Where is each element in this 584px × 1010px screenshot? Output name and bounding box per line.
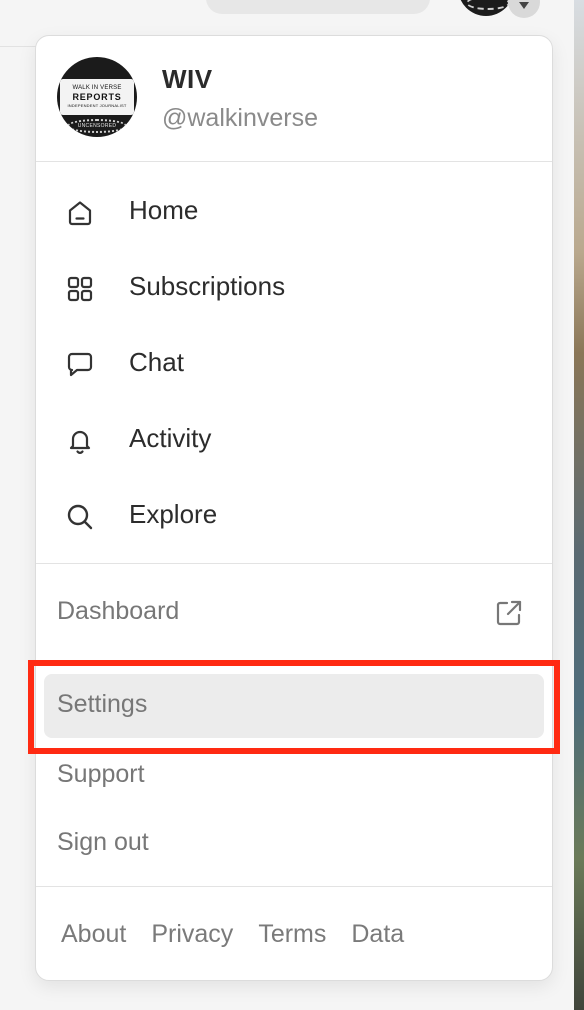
footer-link-about[interactable]: About: [61, 920, 126, 949]
menu-item-label: Subscriptions: [129, 271, 286, 301]
avatar-logo: WALK IN VERSE REPORTS INDEPENDENT JOURNA…: [60, 79, 134, 115]
menu-item-sign-out[interactable]: Sign out: [57, 828, 149, 857]
profile-handle: @walkinverse: [162, 104, 318, 132]
menu-item-subscriptions[interactable]: Subscriptions: [36, 255, 552, 319]
avatar-logo-line1: WALK IN VERSE: [72, 85, 122, 91]
profile-header[interactable]: WALK IN VERSE REPORTS INDEPENDENT JOURNA…: [36, 36, 552, 162]
chat-bubble-icon: [64, 349, 96, 381]
search-icon: [64, 501, 96, 533]
menu-item-activity[interactable]: Activity: [36, 407, 552, 471]
menu-item-explore[interactable]: Explore: [36, 483, 552, 547]
menu-item-support[interactable]: Support: [57, 760, 145, 789]
menu-item-label: Activity: [129, 423, 212, 453]
footer-link-data[interactable]: Data: [351, 920, 404, 949]
divider: [36, 563, 552, 564]
home-icon: [64, 197, 96, 229]
menu-item-home[interactable]: Home: [36, 179, 552, 243]
avatar-logo-line2: REPORTS: [72, 92, 122, 102]
settings-highlight-box: [28, 660, 560, 754]
menu-item-label: Explore: [129, 499, 218, 529]
footer-links: About Privacy Terms Data: [61, 920, 429, 949]
account-dropdown-menu: WALK IN VERSE REPORTS INDEPENDENT JOURNA…: [35, 35, 553, 981]
background-image: [574, 0, 584, 1010]
menu-item-label: Chat: [129, 347, 184, 377]
avatar: WALK IN VERSE REPORTS INDEPENDENT JOURNA…: [57, 57, 137, 137]
profile-name: WIV: [162, 64, 213, 94]
search-bar[interactable]: [206, 0, 430, 14]
page-header-border: [0, 46, 38, 47]
avatar-logo-line3: INDEPENDENT JOURNALIST: [67, 103, 127, 108]
divider: [36, 161, 552, 162]
footer-link-privacy[interactable]: Privacy: [151, 920, 233, 949]
bell-icon: [64, 425, 96, 457]
divider: [36, 886, 552, 887]
account-menu-chevron-icon[interactable]: [508, 0, 540, 18]
footer-link-terms[interactable]: Terms: [258, 920, 326, 949]
menu-item-chat[interactable]: Chat: [36, 331, 552, 395]
dashboard-label: Dashboard: [57, 597, 180, 625]
menu-item-dashboard[interactable]: Dashboard: [36, 581, 552, 647]
avatar-logo-foot: UNCENSORED: [77, 123, 117, 129]
account-avatar-button[interactable]: [458, 0, 514, 16]
menu-item-label: Home: [129, 195, 199, 225]
grid-icon: [64, 273, 96, 305]
external-link-icon: [493, 597, 525, 629]
